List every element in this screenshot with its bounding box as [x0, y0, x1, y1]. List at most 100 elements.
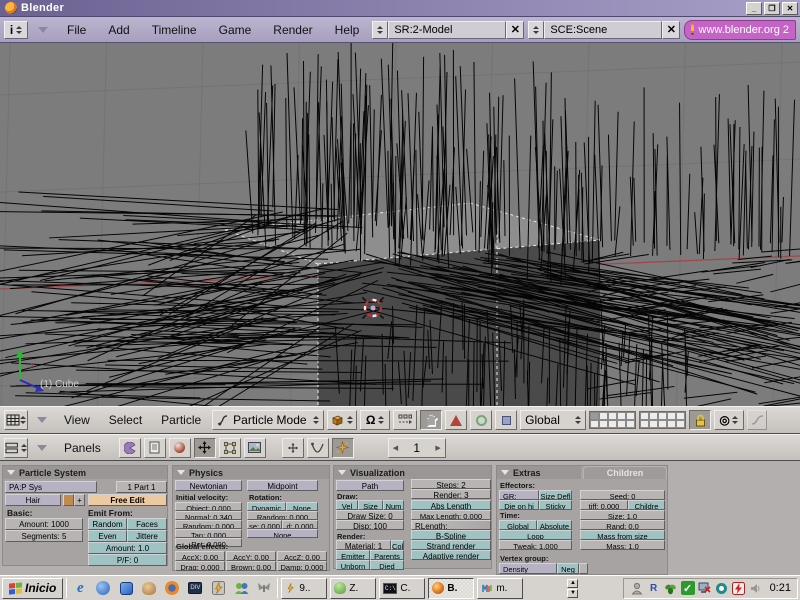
rlength-slider[interactable]: RLength: — [411, 520, 491, 530]
tray-clock[interactable]: 0:21 — [766, 582, 791, 594]
screen-selector[interactable]: SR:2-Model ✕ — [372, 21, 524, 39]
viewport-3d[interactable]: x (1) Cube — [0, 43, 800, 406]
died-toggle[interactable]: Died — [370, 560, 404, 570]
panel-header[interactable]: Extras — [497, 466, 581, 479]
layer-buttons-left[interactable] — [589, 411, 636, 429]
red-flash-tray-icon[interactable] — [732, 581, 746, 595]
abs-length-toggle[interactable]: Abs Length — [411, 500, 491, 510]
taskbar-window-cmd[interactable]: C:\C. — [379, 578, 425, 599]
children-toggle[interactable]: Childre — [628, 500, 665, 510]
menu-particle[interactable]: Particle — [153, 413, 209, 427]
global-toggle[interactable]: Global — [499, 520, 537, 530]
network-offline-tray-icon[interactable] — [698, 581, 712, 595]
firefox-quicklaunch-icon[interactable] — [162, 579, 182, 597]
jittered-dropdown[interactable]: Jittere — [127, 530, 167, 542]
pf-field[interactable]: P/F: 0 — [88, 554, 167, 566]
manipulator-axes-button[interactable] — [393, 410, 417, 430]
even-toggle[interactable]: Even — [88, 530, 127, 542]
add-particle-button[interactable]: + — [74, 494, 85, 506]
tab-children[interactable]: Children — [583, 466, 667, 479]
close-button[interactable]: ✕ — [782, 2, 798, 15]
teal-ring-tray-icon[interactable] — [715, 581, 729, 595]
draw-size-field[interactable]: Draw Size: 0 — [336, 510, 404, 520]
mode-dropdown[interactable]: Particle Mode — [212, 410, 324, 430]
collapse-triangle-icon[interactable] — [338, 470, 346, 475]
grab-brush-button[interactable] — [420, 410, 442, 430]
particle-datablock-field[interactable]: PA:P Sys — [5, 481, 97, 493]
editing-context-button[interactable] — [219, 438, 241, 458]
vis-type-dropdown[interactable]: Path — [336, 480, 404, 491]
size-field[interactable]: Size: 1.0 — [580, 510, 665, 520]
loop-toggle[interactable]: Loop — [499, 530, 572, 540]
restore-button[interactable]: ❐ — [764, 2, 780, 15]
logic-context-button[interactable] — [119, 438, 141, 458]
globe-quicklaunch-icon[interactable] — [93, 579, 113, 597]
accz-field[interactable]: AccZ: 0.00 — [277, 551, 327, 561]
damp-field[interactable]: Damp: 0.000 — [277, 561, 327, 571]
screen-name-field[interactable]: SR:2-Model — [388, 21, 506, 39]
taskbar-window-blender[interactable]: B. — [428, 578, 474, 599]
mail-quicklaunch-icon[interactable] — [116, 579, 136, 597]
angular-dropdown[interactable]: None — [247, 529, 318, 538]
mass-from-size-toggle[interactable]: Mass from size — [580, 530, 665, 540]
menu-view[interactable]: View — [56, 413, 98, 427]
absolute-toggle[interactable]: Absolute — [537, 520, 572, 530]
gr-field[interactable]: GR: — [499, 490, 539, 500]
drag-field[interactable]: Drag: 0.000 — [175, 561, 225, 571]
col-toggle[interactable]: Col — [391, 540, 404, 550]
title-bar[interactable]: Blender _ ❐ ✕ — [0, 0, 800, 17]
tan-velocity-field[interactable]: Tan: 0.000 — [175, 529, 242, 538]
start-button[interactable]: Inicio — [2, 578, 63, 599]
faces-dropdown[interactable]: Faces — [127, 518, 167, 530]
window-type-button[interactable]: i — [4, 21, 28, 39]
buttons-window-type-button[interactable] — [4, 438, 28, 458]
user-tray-icon[interactable] — [630, 581, 644, 595]
emule-quicklaunch-icon[interactable] — [139, 579, 159, 597]
frame-left-arrow-icon[interactable]: ◀ — [393, 444, 398, 452]
volume-tray-icon[interactable] — [749, 581, 763, 595]
minimize-button[interactable]: _ — [746, 2, 762, 15]
parents-toggle[interactable]: Parents — [370, 550, 404, 560]
collapse-triangle-icon[interactable] — [37, 417, 47, 423]
vgroup-stepper[interactable] — [579, 563, 588, 574]
messenger-quicklaunch-icon[interactable] — [231, 579, 251, 597]
panel-header[interactable]: Physics — [173, 466, 329, 479]
max-length-field[interactable]: Max Length: 0.000 — [411, 510, 491, 520]
collapse-triangle-icon[interactable] — [177, 470, 185, 475]
frame-right-arrow-icon[interactable]: ▶ — [435, 444, 440, 452]
rotation-random-field[interactable]: Random: 0.000 — [247, 511, 318, 520]
object-subcontext-button[interactable] — [282, 438, 304, 458]
seed-field[interactable]: Seed: 0 — [580, 490, 665, 500]
dynamic-toggle[interactable]: Dynamic — [247, 502, 286, 511]
free-edit-button[interactable]: Free Edit — [88, 494, 167, 506]
render-steps-field[interactable]: Render: 3 — [411, 489, 491, 499]
frame-counter[interactable]: ◀ 1 ▶ — [388, 438, 446, 458]
render-preview-button[interactable]: ◎ — [714, 410, 744, 430]
d-field[interactable]: d: 0.000 — [282, 520, 318, 529]
segments-field[interactable]: Segments: 5 — [5, 530, 83, 542]
unborn-toggle[interactable]: Unborn — [336, 560, 370, 570]
script-context-button[interactable] — [144, 438, 166, 458]
collapse-triangle-icon[interactable] — [37, 445, 47, 451]
sticky-toggle[interactable]: Sticky — [539, 500, 572, 510]
menu-render[interactable]: Render — [264, 23, 321, 37]
scene-selector[interactable]: SCE:Scene ✕ — [528, 21, 680, 39]
particle-subcontext-button[interactable] — [332, 438, 354, 458]
particle-type-dropdown[interactable]: Hair — [5, 494, 61, 506]
tweak-field[interactable]: Tweak: 1.000 — [499, 540, 572, 550]
num-toggle[interactable]: Num — [383, 500, 404, 510]
scene-delete-button[interactable]: ✕ — [662, 21, 680, 39]
winamp-quicklaunch-icon[interactable] — [208, 579, 228, 597]
butterfly-quicklaunch-icon[interactable] — [254, 579, 274, 597]
taskbar-window-z[interactable]: Z. — [330, 578, 376, 599]
draw-type-button[interactable] — [327, 410, 357, 430]
select-brush-button[interactable] — [495, 410, 517, 430]
leaf-tray-icon[interactable] — [664, 581, 678, 595]
adaptive-render-toggle[interactable]: Adaptive render — [411, 550, 491, 560]
accx-field[interactable]: AccX: 0.00 — [175, 551, 225, 561]
ie-quicklaunch-icon[interactable]: e — [70, 579, 90, 597]
object-velocity-field[interactable]: Object: 0.000 — [175, 502, 242, 511]
taskbar-window-m[interactable]: m. — [477, 578, 523, 599]
emit-amount-field[interactable]: Amount: 1.0 — [88, 542, 167, 554]
browse-icon-button[interactable] — [63, 494, 74, 506]
